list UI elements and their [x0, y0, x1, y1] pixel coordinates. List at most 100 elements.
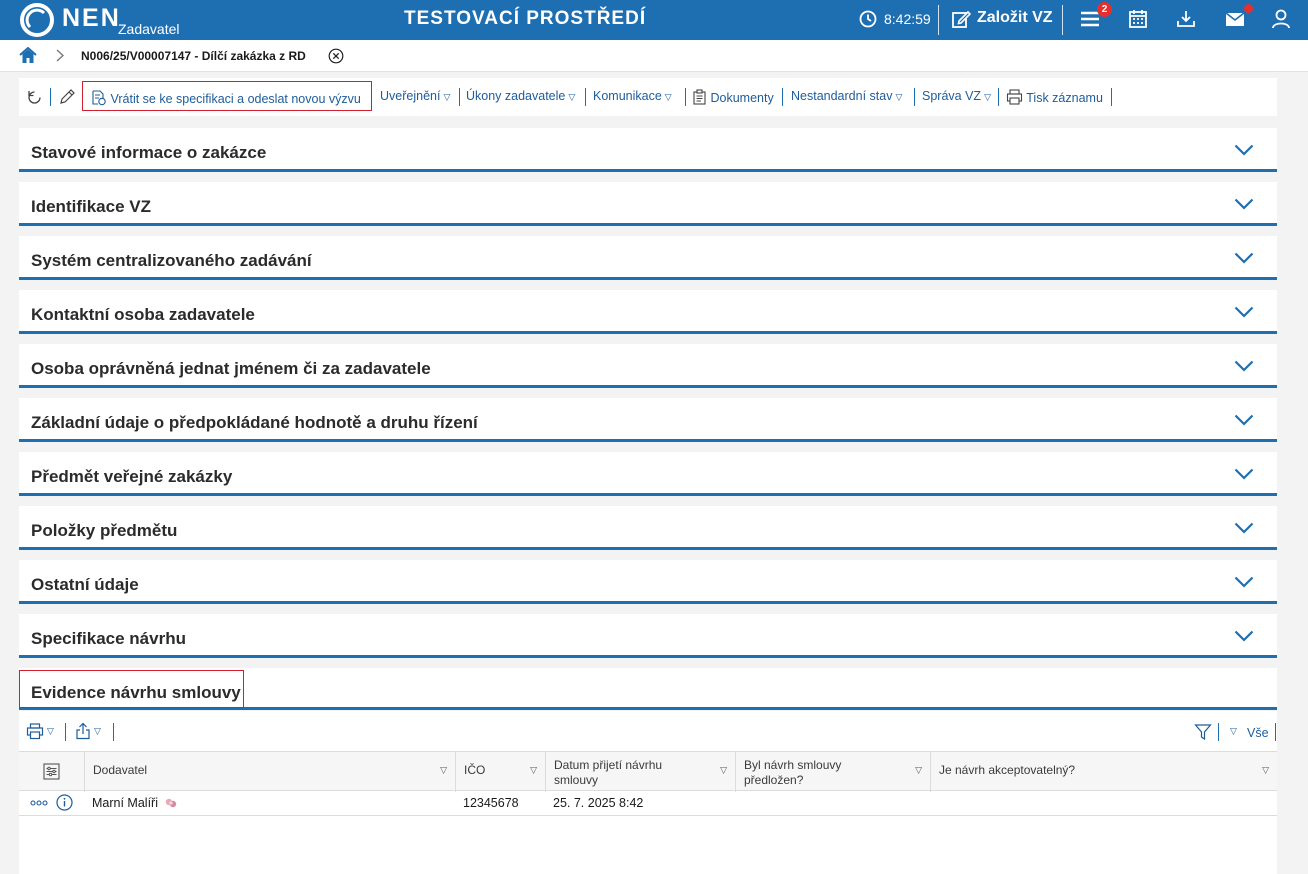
- nen-logo-icon[interactable]: [20, 3, 54, 37]
- create-vz-button[interactable]: Založit VZ: [977, 9, 1053, 27]
- clock-icon: [859, 10, 877, 28]
- collapsible-section[interactable]: Osoba oprávněná jednat jménem či za zada…: [19, 344, 1277, 388]
- collapsible-section[interactable]: Ostatní údaje: [19, 560, 1277, 604]
- divider: [938, 5, 939, 35]
- breadcrumb-current[interactable]: N006/25/V00007147 - Dílčí zakázka z RD: [81, 49, 306, 63]
- chevron-down-icon[interactable]: [1234, 468, 1254, 480]
- cell-ico: 12345678: [463, 796, 519, 810]
- section-title: Položky předmětu: [31, 521, 178, 540]
- chevron-down-icon[interactable]: [1234, 576, 1254, 588]
- triangle-down-icon: ▽: [664, 92, 672, 102]
- download-icon[interactable]: [1175, 8, 1197, 30]
- pencil-icon[interactable]: [58, 88, 76, 106]
- logo-text[interactable]: NEN: [62, 4, 121, 33]
- triangle-down-icon: ▽: [984, 92, 991, 102]
- triangle-down-icon: ▽: [568, 92, 576, 102]
- sort-icon[interactable]: ▽: [915, 765, 922, 776]
- sort-icon[interactable]: ▽: [440, 765, 447, 776]
- filter-icon[interactable]: [1194, 723, 1212, 741]
- collapsible-section[interactable]: Položky předmětu: [19, 506, 1277, 550]
- section-title: Identifikace VZ: [31, 197, 151, 216]
- publish-menu[interactable]: Uveřejnění ▽: [380, 89, 450, 103]
- chevron-down-icon[interactable]: [1234, 414, 1254, 426]
- action-toolbar: Vrátit se ke specifikaci a odeslat novou…: [19, 78, 1277, 116]
- nonstandard-state-menu[interactable]: Nestandardní stav ▽: [791, 89, 902, 103]
- return-to-specification-button[interactable]: Vrátit se ke specifikaci a odeslat novou…: [90, 89, 361, 106]
- chevron-down-icon[interactable]: [1234, 360, 1254, 372]
- cell-received-date: 25. 7. 2025 8:42: [553, 796, 644, 810]
- notification-badge: 2: [1097, 2, 1112, 17]
- home-icon[interactable]: [19, 47, 37, 64]
- sort-icon[interactable]: ▽: [1262, 765, 1269, 776]
- collapsible-section[interactable]: Předmět veřejné zakázky: [19, 452, 1277, 496]
- section-title: Evidence návrhu smlouvy: [31, 683, 241, 702]
- section-title: Stavové informace o zakázce: [31, 143, 267, 162]
- chevron-down-icon[interactable]: [1234, 630, 1254, 642]
- evidence-table-area: ▽ ▽ ▽ Vše Dodavatel ▽ IČO ▽ Datum přijet…: [19, 711, 1277, 874]
- table-header: Dodavatel ▽ IČO ▽ Datum přijetí návrhu sm…: [19, 751, 1277, 792]
- calendar-icon[interactable]: [1127, 8, 1149, 30]
- column-header-acceptable[interactable]: Je návrh akceptovatelný? ▽: [930, 752, 1277, 792]
- triangle-down-icon[interactable]: ▽: [1230, 726, 1237, 737]
- more-actions-icon[interactable]: [30, 799, 48, 807]
- column-settings-icon[interactable]: [43, 763, 60, 780]
- mail-icon[interactable]: [1224, 8, 1246, 30]
- cell-supplier: Marní Malíři: [92, 796, 178, 810]
- collapsible-section[interactable]: Základní údaje o předpokládané hodnotě a…: [19, 398, 1277, 442]
- printer-icon: [1006, 89, 1023, 105]
- collapsible-section[interactable]: Specifikace návrhu: [19, 614, 1277, 658]
- breadcrumb: N006/25/V00007147 - Dílčí zakázka z RD: [0, 40, 1308, 72]
- collapsible-section[interactable]: Identifikace VZ: [19, 182, 1277, 226]
- communication-menu[interactable]: Komunikace ▽: [593, 89, 672, 103]
- column-header-received-date[interactable]: Datum přijetí návrhu smlouvy ▽: [545, 752, 735, 792]
- user-icon[interactable]: [1270, 8, 1292, 30]
- mail-alert-dot: [1244, 4, 1253, 13]
- evidence-section-header[interactable]: Evidence návrhu smlouvy: [19, 668, 1277, 710]
- section-title: Ostatní údaje: [31, 575, 139, 594]
- triangle-down-icon: ▽: [443, 92, 451, 102]
- document-refresh-icon: [92, 90, 106, 106]
- chevron-down-icon[interactable]: [1234, 144, 1254, 156]
- printer-icon[interactable]: [26, 723, 44, 740]
- section-title: Základní údaje o předpokládané hodnotě a…: [31, 413, 478, 432]
- section-title: Předmět veřejné zakázky: [31, 467, 233, 486]
- close-icon[interactable]: [328, 48, 344, 64]
- triangle-down-icon: ▽: [895, 92, 903, 102]
- section-title: Systém centralizovaného zadávání: [31, 251, 312, 270]
- clipboard-icon: [693, 89, 706, 105]
- environment-title: TESTOVACÍ PROSTŘEDÍ: [404, 8, 647, 29]
- sort-icon[interactable]: ▽: [530, 765, 537, 776]
- sort-icon[interactable]: ▽: [720, 765, 727, 776]
- info-icon[interactable]: [56, 794, 73, 811]
- vz-management-menu[interactable]: Správa VZ ▽: [922, 89, 991, 103]
- chevron-down-icon[interactable]: [1234, 522, 1254, 534]
- chevron-down-icon[interactable]: [1234, 198, 1254, 210]
- refresh-icon[interactable]: [26, 89, 43, 106]
- filter-all-selector[interactable]: Vše: [1247, 726, 1269, 740]
- triangle-down-icon[interactable]: ▽: [94, 726, 101, 737]
- table-row[interactable]: Marní Malíři 12345678 25. 7. 2025 8:42: [19, 791, 1277, 816]
- contracting-actions-menu[interactable]: Úkony zadavatele ▽: [466, 89, 575, 103]
- column-header-submitted[interactable]: Byl návrh smlouvy předložen? ▽: [735, 752, 930, 792]
- section-title: Specifikace návrhu: [31, 629, 186, 648]
- section-title: Kontaktní osoba zadavatele: [31, 305, 255, 324]
- export-icon[interactable]: [75, 722, 91, 740]
- column-header-supplier[interactable]: Dodavatel ▽: [84, 752, 455, 792]
- section-title: Osoba oprávněná jednat jménem či za zada…: [31, 359, 431, 378]
- column-header-ico[interactable]: IČO ▽: [455, 752, 545, 792]
- chevron-down-icon[interactable]: [1234, 252, 1254, 264]
- collapsible-section[interactable]: Systém centralizovaného zadávání: [19, 236, 1277, 280]
- divider: [1062, 5, 1063, 35]
- chevron-down-icon[interactable]: [1234, 306, 1254, 318]
- triangle-down-icon[interactable]: ▽: [47, 726, 54, 737]
- collapsible-section[interactable]: Stavové informace o zakázce: [19, 128, 1277, 172]
- collapsible-section[interactable]: Kontaktní osoba zadavatele: [19, 290, 1277, 334]
- print-record-button[interactable]: Tisk záznamu: [1006, 89, 1103, 105]
- chevron-right-icon: [56, 49, 64, 62]
- session-clock: 8:42:59: [884, 11, 931, 27]
- edit-icon[interactable]: [951, 9, 971, 29]
- supplier-type-icon: [166, 798, 177, 808]
- documents-button[interactable]: Dokumenty: [692, 89, 774, 105]
- logo-subtitle: Zadavatel: [118, 21, 180, 37]
- column-settings-cell[interactable]: [19, 752, 84, 792]
